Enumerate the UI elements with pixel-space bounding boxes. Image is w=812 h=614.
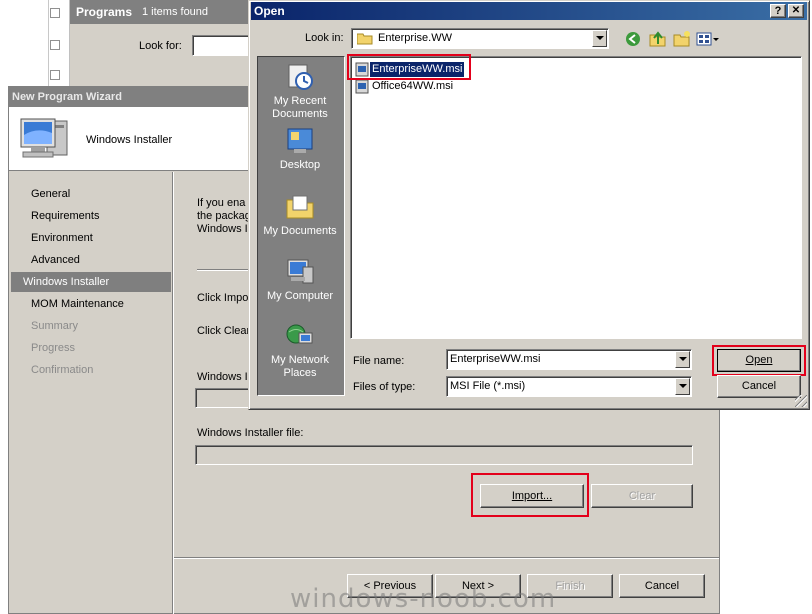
help-button[interactable]: ? — [770, 4, 786, 18]
my-computer-icon — [287, 259, 314, 284]
place-my-network-places[interactable]: My Network Places — [258, 321, 342, 380]
watermark: windows-noob.com — [290, 584, 557, 614]
folder-icon — [357, 33, 373, 45]
click-clear-text: Click Clear — [197, 325, 251, 337]
wizard-nav: General Requirements Environment Advance… — [9, 172, 173, 614]
my-documents-icon — [286, 195, 314, 219]
place-my-documents[interactable]: My Documents — [258, 192, 342, 238]
new-folder-icon[interactable] — [673, 30, 691, 48]
wizard-title: New Program Wizard — [12, 91, 122, 103]
files-of-type-dropdown[interactable]: MSI File (*.msi) — [446, 376, 692, 397]
nav-item-mom-maintenance[interactable]: MOM Maintenance — [21, 294, 179, 314]
clear-button: Clear — [591, 484, 693, 508]
nav-item-windows-installer[interactable]: Windows Installer — [11, 272, 171, 292]
computer-icon — [20, 118, 68, 158]
desktop-icon — [287, 128, 313, 153]
wizard-cancel-button[interactable]: Cancel — [619, 574, 705, 598]
nav-item-confirmation: Confirmation — [31, 364, 94, 376]
look-for-input[interactable] — [192, 35, 250, 56]
windows-installer-product-field — [195, 388, 255, 408]
file-list[interactable]: EnterpriseWW.msi Office64WW.msi — [350, 56, 802, 339]
back-icon[interactable] — [625, 31, 641, 47]
nav-item-summary: Summary — [31, 320, 79, 332]
nav-divider — [172, 172, 174, 614]
close-icon: ✕ — [791, 5, 801, 16]
close-button[interactable]: ✕ — [788, 4, 804, 18]
programs-count: 1 items found — [142, 6, 209, 18]
nav-item-general[interactable]: General — [21, 184, 179, 204]
click-import-text: Click Impor — [197, 292, 253, 304]
footer-divider — [174, 557, 719, 559]
programs-title: Programs — [76, 5, 133, 19]
open-title: Open — [254, 4, 285, 18]
look-for-label: Look for: — [139, 40, 182, 52]
chevron-down-icon[interactable] — [592, 30, 607, 47]
look-in-label: Look in: — [305, 32, 344, 44]
msi-file-icon — [355, 79, 369, 94]
chevron-down-icon[interactable] — [675, 351, 690, 368]
nav-item-advanced[interactable]: Advanced — [21, 250, 179, 270]
nav-item-progress: Progress — [31, 342, 76, 354]
place-my-computer[interactable]: My Computer — [258, 257, 342, 303]
file-highlight — [347, 54, 471, 80]
place-desktop[interactable]: Desktop — [258, 126, 342, 172]
file-name-input[interactable]: EnterpriseWW.msi — [446, 349, 692, 370]
resize-grip-icon[interactable] — [795, 395, 807, 407]
up-folder-icon[interactable] — [649, 30, 667, 48]
programs-panel: Programs 1 items found Look for: — [70, 0, 250, 90]
look-in-dropdown[interactable]: Enterprise.WW — [351, 28, 609, 49]
installer-file-field — [195, 445, 693, 465]
open-cancel-button[interactable]: Cancel — [717, 375, 801, 398]
recent-documents-icon — [288, 64, 313, 90]
windows-i-label: Windows I — [197, 371, 248, 383]
view-menu-icon[interactable] — [696, 31, 720, 47]
programs-header: Programs 1 items found — [70, 0, 250, 24]
installer-file-label: Windows Installer file: — [197, 427, 304, 439]
network-places-icon — [286, 324, 313, 344]
nav-item-environment[interactable]: Environment — [21, 228, 179, 248]
open-titlebar: Open — [251, 2, 807, 20]
nav-item-requirements[interactable]: Requirements — [21, 206, 179, 226]
wizard-body-text: If you ena the packag Windows I — [197, 197, 251, 235]
files-of-type-label: Files of type: — [353, 381, 416, 393]
import-highlight — [471, 473, 589, 517]
file-name-label: File name: — [353, 355, 405, 367]
place-my-recent-documents[interactable]: My Recent Documents — [258, 62, 342, 121]
chevron-down-icon[interactable] — [675, 378, 690, 395]
wizard-header-label: Windows Installer — [86, 134, 173, 146]
open-highlight — [712, 345, 806, 376]
